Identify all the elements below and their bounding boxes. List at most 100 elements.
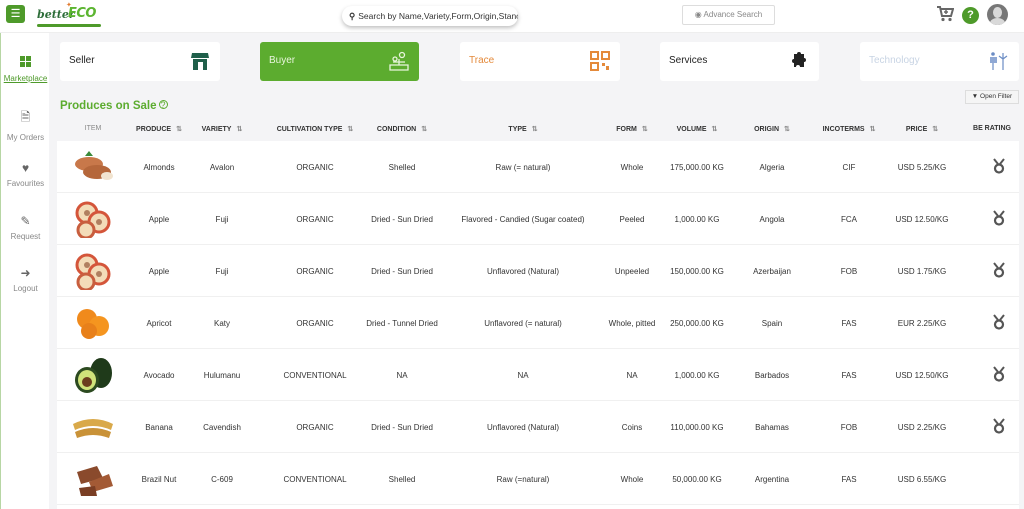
cell-origin: Algeria: [759, 163, 785, 172]
medal-icon[interactable]: [993, 314, 1005, 330]
column-header-form[interactable]: FORM ⇅: [616, 125, 647, 133]
category-label: Buyer: [269, 55, 296, 66]
cell-condition: Dried - Sun Dried: [371, 423, 433, 432]
cell-type: NA: [517, 371, 529, 380]
cell-incoterms: FAS: [841, 371, 857, 380]
table-row[interactable]: Avocado Hulumanu CONVENTIONAL NA NA NA 1,000.0…: [57, 349, 1019, 401]
table-header: ITEM PRODUCE ⇅ VARIETY ⇅ CULTIVATION TYPE ⇅ CON…: [57, 117, 1019, 141]
category-technology[interactable]: Technology: [860, 42, 1019, 81]
sidebar-item-request[interactable]: ✎ Request: [1, 214, 50, 241]
cell-price: USD 6.55/KG: [897, 475, 947, 484]
column-header-variety[interactable]: VARIETY ⇅: [202, 125, 243, 133]
category-buyer[interactable]: Buyer: [260, 42, 419, 81]
cell-produce: Banana: [145, 423, 173, 432]
table-row[interactable]: Apple Fuji ORGANIC Dried - Sun Dried Flavore…: [57, 193, 1019, 245]
sidebar-item-favourites[interactable]: ♥ Favourites: [1, 161, 50, 188]
medal-icon[interactable]: [993, 262, 1005, 278]
cell-condition: Dried - Sun Dried: [371, 267, 433, 276]
cell-type: Flavored - Candied (Sugar coated): [461, 215, 585, 224]
puzzle-icon: [792, 52, 806, 67]
cell-form: Peeled: [619, 215, 645, 224]
sort-icon[interactable]: ⇅: [532, 126, 538, 133]
cell-price: USD 1.75/KG: [897, 267, 947, 276]
medal-icon[interactable]: [993, 366, 1005, 382]
logo-eco-text: ECO: [68, 6, 96, 21]
cell-type: Unflavored (Natural): [486, 423, 560, 432]
column-header-type[interactable]: TYPE ⇅: [508, 125, 537, 133]
sort-icon[interactable]: ⇅: [347, 126, 353, 133]
table-row[interactable]: Almonds Avalon ORGANIC Shelled Raw (= natura…: [57, 141, 1019, 193]
column-header-price[interactable]: PRICE ⇅: [906, 125, 938, 133]
column-header-incoterms[interactable]: INCOTERMS ⇅: [823, 125, 876, 133]
sidebar: Marketplace 🗎 My Orders ♥ Favourites ✎ R…: [0, 33, 49, 509]
cell-variety: Avalon: [209, 163, 235, 172]
column-header-volume[interactable]: VOLUME ⇅: [677, 125, 718, 133]
table-row[interactable]: Apricot Katy ORGANIC Dried - Tunnel Dried Un…: [57, 297, 1019, 349]
cell-cultivation: ORGANIC: [296, 319, 334, 328]
eye-icon: ◉: [694, 10, 702, 19]
cell-volume: 150,000.00 KG: [670, 267, 724, 276]
column-header-label: ORIGIN: [754, 126, 780, 133]
store-icon: [191, 53, 209, 70]
heart-icon: ♥: [21, 161, 30, 175]
cart-icon[interactable]: [936, 6, 955, 27]
sort-icon[interactable]: ⇅: [870, 126, 876, 133]
sidebar-item-marketplace[interactable]: Marketplace: [1, 56, 50, 83]
cell-cultivation: ORGANIC: [296, 423, 334, 432]
cell-type: Raw (=natural): [496, 475, 550, 484]
cell-form: Whole: [620, 163, 644, 172]
help-icon[interactable]: ?: [962, 7, 979, 24]
cell-produce: Apple: [148, 267, 170, 276]
table-row[interactable]: Banana Cavendish ORGANIC Dried - Sun Dried U…: [57, 401, 1019, 453]
medal-icon[interactable]: [993, 158, 1005, 174]
sidebar-item-label: Marketplace: [3, 74, 48, 83]
sidebar-item-label: Request: [10, 232, 41, 241]
logo[interactable]: ✦ better ECO: [37, 2, 103, 27]
medal-icon[interactable]: [993, 210, 1005, 226]
medal-icon[interactable]: [993, 418, 1005, 434]
cell-incoterms: FCA: [841, 215, 857, 224]
apricot-image: [77, 309, 109, 339]
sort-icon[interactable]: ⇅: [421, 126, 427, 133]
sidebar-item-label: Favourites: [6, 179, 45, 188]
search-input[interactable]: ⚲ Search by Name,Variety,Form,Origin,Stan…: [342, 6, 518, 26]
sort-icon[interactable]: ⇅: [642, 126, 648, 133]
table-row[interactable]: Brazil Nut C-609 CONVENTIONAL Shelled Raw (=…: [57, 453, 1019, 505]
table-row[interactable]: Apple Fuji ORGANIC Dried - Sun Dried Unflavo…: [57, 245, 1019, 297]
qr-code-icon: [590, 51, 610, 71]
category-services[interactable]: Services: [660, 42, 819, 81]
logo-underline: [37, 24, 101, 27]
sort-icon[interactable]: ⇅: [932, 126, 938, 133]
sort-icon[interactable]: ⇅: [784, 126, 790, 133]
cell-cultivation: ORGANIC: [296, 163, 334, 172]
sort-icon[interactable]: ⇅: [712, 126, 718, 133]
avatar[interactable]: [987, 4, 1008, 25]
column-header-condition[interactable]: CONDITION ⇅: [377, 125, 427, 133]
column-header-origin[interactable]: ORIGIN ⇅: [754, 125, 790, 133]
sidebar-item-logout[interactable]: ➜ Logout: [1, 266, 50, 293]
cell-incoterms: CIF: [842, 163, 856, 172]
advance-search-button[interactable]: ◉ Advance Search: [682, 5, 775, 25]
edit-icon: ✎: [20, 214, 31, 228]
category-seller[interactable]: Seller: [60, 42, 220, 81]
cell-produce: Almonds: [143, 163, 175, 172]
cell-incoterms: FAS: [841, 319, 857, 328]
sidebar-item-my-orders[interactable]: 🗎 My Orders: [1, 108, 50, 142]
cell-form: NA: [626, 371, 638, 380]
column-header-cultivation-type[interactable]: CULTIVATION TYPE ⇅: [277, 125, 354, 133]
cell-price: USD 5.25/KG: [897, 163, 947, 172]
section-title-text: Produces on Sale: [60, 100, 157, 112]
sort-icon[interactable]: ⇅: [236, 126, 242, 133]
category-trace[interactable]: Trace: [460, 42, 620, 81]
open-filter-button[interactable]: ▼ Open Filter: [965, 90, 1019, 104]
cell-price: USD 12.50/KG: [895, 215, 949, 224]
help-circle-icon[interactable]: ?: [158, 100, 168, 110]
hamburger-menu-button[interactable]: ☰: [6, 5, 25, 23]
sort-icon[interactable]: ⇅: [176, 126, 182, 133]
produce-table: ITEM PRODUCE ⇅ VARIETY ⇅ CULTIVATION TYPE ⇅ CON…: [57, 117, 1019, 509]
cell-produce: Apricot: [146, 319, 172, 328]
search-icon: ⚲: [349, 11, 356, 21]
column-header-produce[interactable]: PRODUCE ⇅: [136, 125, 182, 133]
solar-wind-icon: [990, 52, 1008, 70]
cell-produce: Brazil Nut: [141, 475, 177, 484]
